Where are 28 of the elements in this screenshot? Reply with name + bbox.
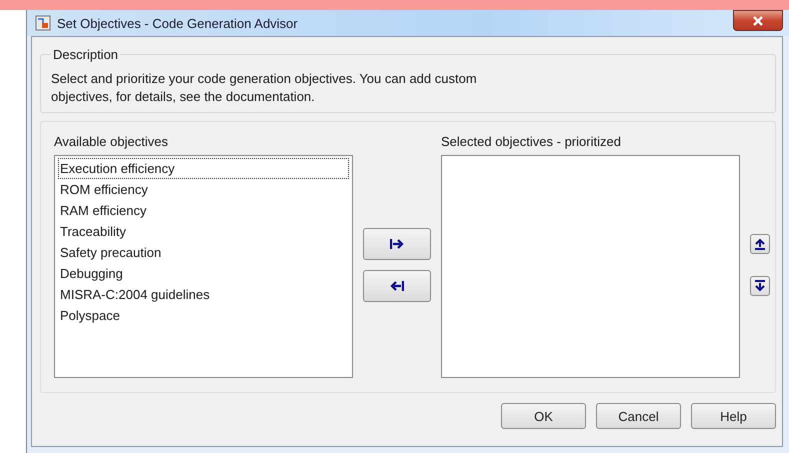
arrow-up-icon [755, 238, 765, 250]
list-label: Selected objectives - prioritized [441, 134, 622, 149]
group-legend: Description [51, 47, 120, 62]
dialog-button[interactable]: Cancel [596, 403, 681, 429]
dialog-button[interactable]: Help [691, 403, 776, 429]
available-list[interactable]: Execution efficiency ROM efficiency RAM efficiency Traceability Safety precaution Debugging MISRA-C:2004 guidelines Polyspace [54, 155, 353, 378]
list-item[interactable]: ROM efficiency [58, 179, 349, 200]
app-icon [35, 15, 51, 31]
list-item[interactable]: Traceability [58, 221, 349, 242]
arrow-down-icon [755, 280, 765, 292]
close-icon [752, 16, 764, 26]
list-item[interactable]: Polyspace [58, 305, 349, 326]
move-bottom-button[interactable] [750, 276, 770, 296]
list-item[interactable]: Execution efficiency [58, 158, 349, 179]
add-button[interactable] [363, 228, 431, 260]
list-item[interactable]: RAM efficiency [58, 200, 349, 221]
description-text: Select and prioritize your code generation objectives. You can add custom objectives, for details, see the documentation. [51, 70, 478, 106]
remove-button[interactable] [363, 270, 431, 302]
list-item[interactable]: Debugging [58, 263, 349, 284]
close-button[interactable] [733, 10, 783, 31]
arrow-right-icon [390, 239, 404, 249]
dialog-button[interactable]: OK [501, 403, 586, 429]
list-item[interactable]: MISRA-C:2004 guidelines [58, 284, 349, 305]
move-top-button[interactable] [750, 234, 770, 254]
list-item[interactable]: Safety precaution [58, 242, 349, 263]
arrow-left-icon [390, 281, 404, 291]
window-title: Set Objectives - Code Generation Advisor [57, 16, 299, 30]
list-label: Available objectives [54, 134, 169, 149]
